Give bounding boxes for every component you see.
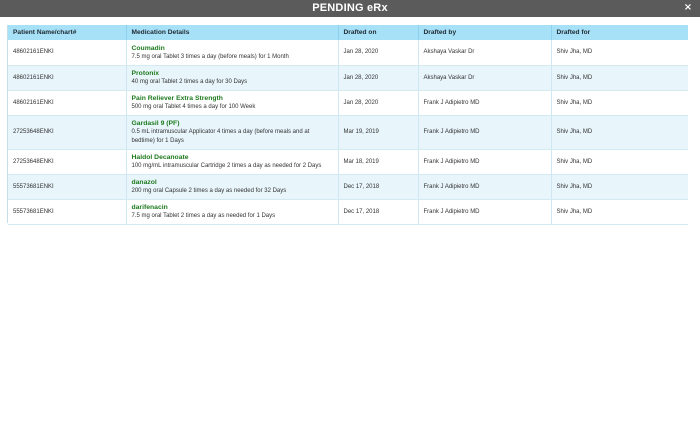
table-row[interactable]: 27253648ENKI Gardasil 9 (PF) 0.5 mL intr… xyxy=(8,115,688,150)
cell-medication: Gardasil 9 (PF) 0.5 mL intramuscular App… xyxy=(126,115,339,150)
cell-patient: 55573681ENKI xyxy=(8,199,127,225)
medication-name-link[interactable]: Haldol Decanoate xyxy=(132,153,333,162)
table-row[interactable]: 48602161ENKI Protonix 40 mg oral Tablet … xyxy=(8,65,688,91)
medication-description: 100 mg/mL intramuscular Cartridge 2 time… xyxy=(131,162,322,169)
cell-drafted-for: Shiv Jha, MD xyxy=(551,174,688,200)
cell-drafted-for: Shiv Jha, MD xyxy=(551,40,688,66)
medication-name-link[interactable]: darifenacin xyxy=(132,203,333,212)
cell-medication: Pain Reliever Extra Strength 500 mg oral… xyxy=(126,90,339,116)
cell-patient: 48602161ENKI xyxy=(8,90,127,116)
cell-drafted-on: Jan 28, 2020 xyxy=(338,40,419,66)
medication-name-link[interactable]: Pain Reliever Extra Strength xyxy=(132,94,333,103)
cell-patient: 55573681ENKI xyxy=(8,174,127,200)
medication-description: 500 mg oral Tablet 4 times a day for 100… xyxy=(131,103,256,110)
column-header-patient[interactable]: Patient Name/chart# xyxy=(8,25,127,40)
cell-drafted-on: Mar 19, 2019 xyxy=(338,115,419,150)
cell-drafted-by: Akshaya Vaskar Dr xyxy=(418,40,552,66)
pending-erx-table-container: Patient Name/chart# Medication Details D… xyxy=(7,25,688,225)
cell-drafted-for: Shiv Jha, MD xyxy=(551,90,688,116)
cell-medication: Haldol Decanoate 100 mg/mL intramuscular… xyxy=(126,149,339,175)
cell-medication: darifenacin 7.5 mg oral Tablet 2 times a… xyxy=(126,199,339,225)
table-row[interactable]: 55573681ENKI danazol 200 mg oral Capsule… xyxy=(8,174,688,200)
cell-medication: Coumadin 7.5 mg oral Tablet 3 times a da… xyxy=(126,40,339,66)
pending-erx-table: Patient Name/chart# Medication Details D… xyxy=(8,25,688,225)
medication-description: 200 mg oral Capsule 2 times a day as nee… xyxy=(131,187,287,194)
cell-drafted-for: Shiv Jha, MD xyxy=(551,149,688,175)
column-header-drafted-by[interactable]: Drafted by xyxy=(418,25,552,40)
cell-patient: 48602161ENKI xyxy=(8,40,127,66)
cell-drafted-on: Jan 28, 2020 xyxy=(338,65,419,91)
cell-drafted-for: Shiv Jha, MD xyxy=(551,65,688,91)
column-header-drafted-on[interactable]: Drafted on xyxy=(338,25,419,40)
cell-drafted-for: Shiv Jha, MD xyxy=(551,115,688,150)
cell-patient: 27253648ENKI xyxy=(8,149,127,175)
cell-medication: Protonix 40 mg oral Tablet 2 times a day… xyxy=(126,65,339,91)
medication-name-link[interactable]: danazol xyxy=(132,178,333,187)
table-row[interactable]: 27253648ENKI Haldol Decanoate 100 mg/mL … xyxy=(8,149,688,175)
cell-drafted-by: Akshaya Vaskar Dr xyxy=(418,65,552,91)
table-row[interactable]: 55573681ENKI darifenacin 7.5 mg oral Tab… xyxy=(8,199,688,225)
cell-drafted-on: Dec 17, 2018 xyxy=(338,199,419,225)
cell-drafted-by: Frank J Adipietro MD xyxy=(418,90,552,116)
dialog-titlebar: PENDING eRx × xyxy=(0,0,700,17)
table-header-row: Patient Name/chart# Medication Details D… xyxy=(8,25,688,40)
cell-drafted-by: Frank J Adipietro MD xyxy=(418,149,552,175)
table-row[interactable]: 48602161ENKI Coumadin 7.5 mg oral Tablet… xyxy=(8,40,688,66)
column-header-drafted-for[interactable]: Drafted for xyxy=(551,25,688,40)
dialog-title: PENDING eRx xyxy=(312,2,388,14)
medication-name-link[interactable]: Gardasil 9 (PF) xyxy=(132,119,333,128)
cell-medication: danazol 200 mg oral Capsule 2 times a da… xyxy=(126,174,339,200)
cell-patient: 27253648ENKI xyxy=(8,115,127,150)
medication-description: 7.5 mg oral Tablet 2 times a day as need… xyxy=(131,212,276,219)
cell-drafted-by: Frank J Adipietro MD xyxy=(418,174,552,200)
medication-description: 40 mg oral Tablet 2 times a day for 30 D… xyxy=(131,78,248,85)
cell-drafted-on: Dec 17, 2018 xyxy=(338,174,419,200)
cell-drafted-by: Frank J Adipietro MD xyxy=(418,115,552,150)
medication-description: 0.5 mL intramuscular Applicator 4 times … xyxy=(131,129,310,144)
close-icon[interactable]: × xyxy=(682,0,694,17)
cell-drafted-on: Jan 28, 2020 xyxy=(338,90,419,116)
table-row[interactable]: 48602161ENKI Pain Reliever Extra Strengt… xyxy=(8,90,688,116)
cell-drafted-by: Frank J Adipietro MD xyxy=(418,199,552,225)
cell-drafted-for: Shiv Jha, MD xyxy=(551,199,688,225)
medication-name-link[interactable]: Protonix xyxy=(132,69,333,78)
medication-name-link[interactable]: Coumadin xyxy=(132,44,333,53)
medication-description: 7.5 mg oral Tablet 3 times a day (before… xyxy=(131,53,289,60)
cell-patient: 48602161ENKI xyxy=(8,65,127,91)
column-header-medication[interactable]: Medication Details xyxy=(126,25,339,40)
cell-drafted-on: Mar 18, 2019 xyxy=(338,149,419,175)
